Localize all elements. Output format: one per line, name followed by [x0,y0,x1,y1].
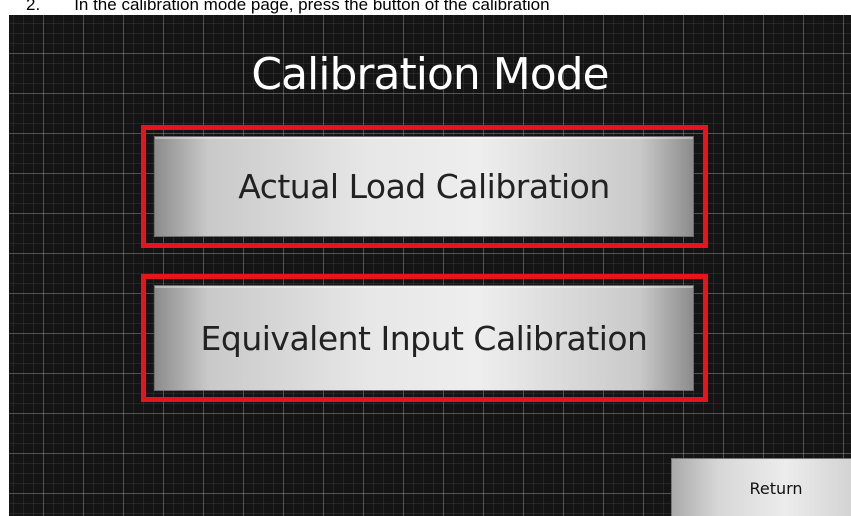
actual-load-calibration-button[interactable]: Actual Load Calibration [154,136,694,237]
equivalent-input-calibration-button[interactable]: Equivalent Input Calibration [154,285,694,391]
hmi-screen: Calibration Mode Actual Load Calibration… [9,15,851,516]
page-title: Calibration Mode [251,49,609,100]
equivalent-input-calibration-label: Equivalent Input Calibration [200,318,648,358]
document-page: 2. In the calibration mode page, press th… [0,0,851,516]
return-button-label: Return [749,478,803,498]
return-button[interactable]: Return [671,458,851,516]
instruction-caption: 2. In the calibration mode page, press th… [0,0,851,16]
instruction-text: In the calibration mode page, press the … [74,0,550,14]
step-number: 2. [26,0,41,14]
actual-load-calibration-label: Actual Load Calibration [238,167,610,206]
